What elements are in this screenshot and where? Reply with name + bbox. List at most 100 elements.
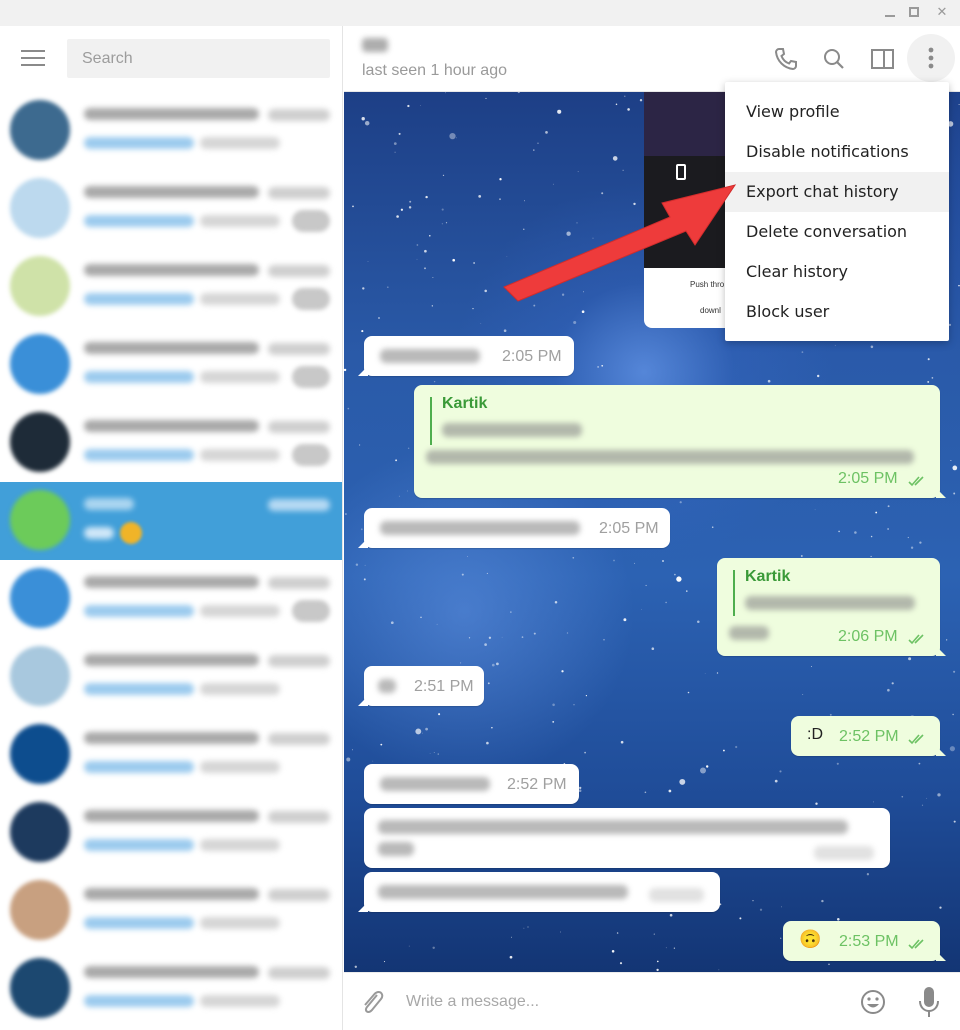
star	[510, 611, 512, 613]
star	[687, 691, 690, 694]
star	[875, 511, 878, 514]
star	[645, 584, 647, 587]
star	[460, 662, 462, 664]
maximize-button[interactable]	[903, 4, 925, 22]
chat-list-item[interactable]	[0, 794, 342, 872]
menu-item-view-profile[interactable]: View profile	[725, 92, 949, 132]
avatar	[10, 100, 70, 160]
chat-list-item[interactable]	[0, 170, 342, 248]
star	[619, 962, 623, 965]
phone-glyph-icon	[676, 164, 686, 180]
star	[887, 528, 889, 530]
star	[572, 556, 575, 559]
search-icon[interactable]	[819, 44, 849, 74]
message-outgoing[interactable]: Kartik 2:06 PM	[717, 558, 946, 656]
star	[533, 149, 535, 151]
star	[441, 208, 444, 211]
chat-list-item[interactable]	[0, 326, 342, 404]
unread-badge	[292, 600, 330, 622]
star	[810, 665, 813, 668]
sidebar-panel-icon[interactable]	[867, 44, 897, 74]
message-input[interactable]	[396, 985, 836, 1019]
message-outgoing[interactable]: :D 2:52 PM	[791, 716, 946, 756]
menu-item-clear-history[interactable]: Clear history	[725, 252, 949, 292]
chat-time-redacted	[268, 733, 330, 745]
star	[948, 323, 952, 327]
chat-list-item[interactable]	[0, 560, 342, 638]
paperclip-icon[interactable]	[358, 987, 386, 1017]
star	[432, 276, 434, 278]
star	[488, 636, 492, 639]
star	[828, 963, 830, 966]
star	[431, 305, 433, 307]
star	[433, 752, 435, 753]
star	[355, 563, 359, 566]
star	[644, 791, 647, 794]
menu-item-delete-conversation[interactable]: Delete conversation	[725, 212, 949, 252]
close-button[interactable]: ✕	[931, 4, 953, 22]
star	[613, 559, 615, 562]
hamburger-menu-icon[interactable]	[21, 50, 45, 68]
star	[566, 231, 571, 236]
chat-list-item[interactable]	[0, 872, 342, 950]
star	[950, 459, 952, 462]
star	[506, 256, 508, 257]
chat-list-item[interactable]	[0, 950, 342, 1028]
star	[953, 820, 956, 823]
microphone-icon[interactable]	[916, 985, 942, 1019]
chat-list-item[interactable]	[0, 404, 342, 482]
star	[939, 906, 942, 909]
star	[952, 713, 954, 716]
star	[700, 767, 706, 774]
phone-icon[interactable]	[771, 44, 801, 74]
unread-badge	[292, 288, 330, 310]
avatar	[10, 802, 70, 862]
chat-time-redacted	[268, 499, 330, 511]
star	[461, 573, 464, 576]
star	[378, 317, 380, 319]
message-incoming[interactable]: 2:52 PM	[364, 764, 579, 804]
star	[887, 688, 890, 692]
star	[674, 573, 676, 576]
star	[484, 289, 487, 293]
chat-preview-redacted	[200, 293, 280, 305]
more-vertical-icon[interactable]	[907, 34, 955, 82]
star	[623, 618, 627, 622]
message-incoming[interactable]: 2:51 PM	[358, 666, 484, 706]
chat-list-item[interactable]	[0, 482, 342, 560]
menu-item-disable-notifications[interactable]: Disable notifications	[725, 132, 949, 172]
message-incoming[interactable]: 2:05 PM	[358, 336, 574, 376]
star	[639, 98, 643, 102]
message-incoming[interactable]	[358, 872, 720, 912]
peer-name-redacted[interactable]	[362, 38, 388, 52]
chat-list-item[interactable]	[0, 92, 342, 170]
chat-preview-redacted	[84, 215, 194, 227]
star	[554, 601, 558, 604]
chat-list-item[interactable]	[0, 638, 342, 716]
star	[408, 945, 410, 947]
emoji-icon	[120, 522, 142, 544]
star	[452, 258, 456, 262]
message-incoming[interactable]: 2:05 PM	[358, 508, 670, 548]
star	[870, 345, 874, 349]
message-incoming[interactable]	[364, 808, 890, 868]
star	[576, 222, 578, 224]
menu-item-block-user[interactable]: Block user	[725, 292, 949, 332]
menu-item-export-chat-history[interactable]: Export chat history	[725, 172, 949, 212]
chat-list-item[interactable]	[0, 716, 342, 794]
read-ticks-icon	[908, 634, 924, 645]
search-input[interactable]	[67, 39, 330, 78]
message-outgoing[interactable]: Kartik 2:05 PM	[414, 385, 946, 498]
star	[615, 103, 618, 106]
minimize-button[interactable]	[879, 4, 901, 22]
star	[711, 526, 714, 528]
chat-time-redacted	[268, 265, 330, 277]
peer-status: last seen 1 hour ago	[362, 62, 507, 79]
avatar	[10, 334, 70, 394]
star	[557, 109, 562, 114]
star	[603, 638, 605, 641]
message-outgoing[interactable]: 🙃 2:53 PM	[783, 921, 946, 961]
star	[398, 495, 400, 497]
chat-list-item[interactable]	[0, 248, 342, 326]
emoji-icon[interactable]	[858, 987, 888, 1017]
